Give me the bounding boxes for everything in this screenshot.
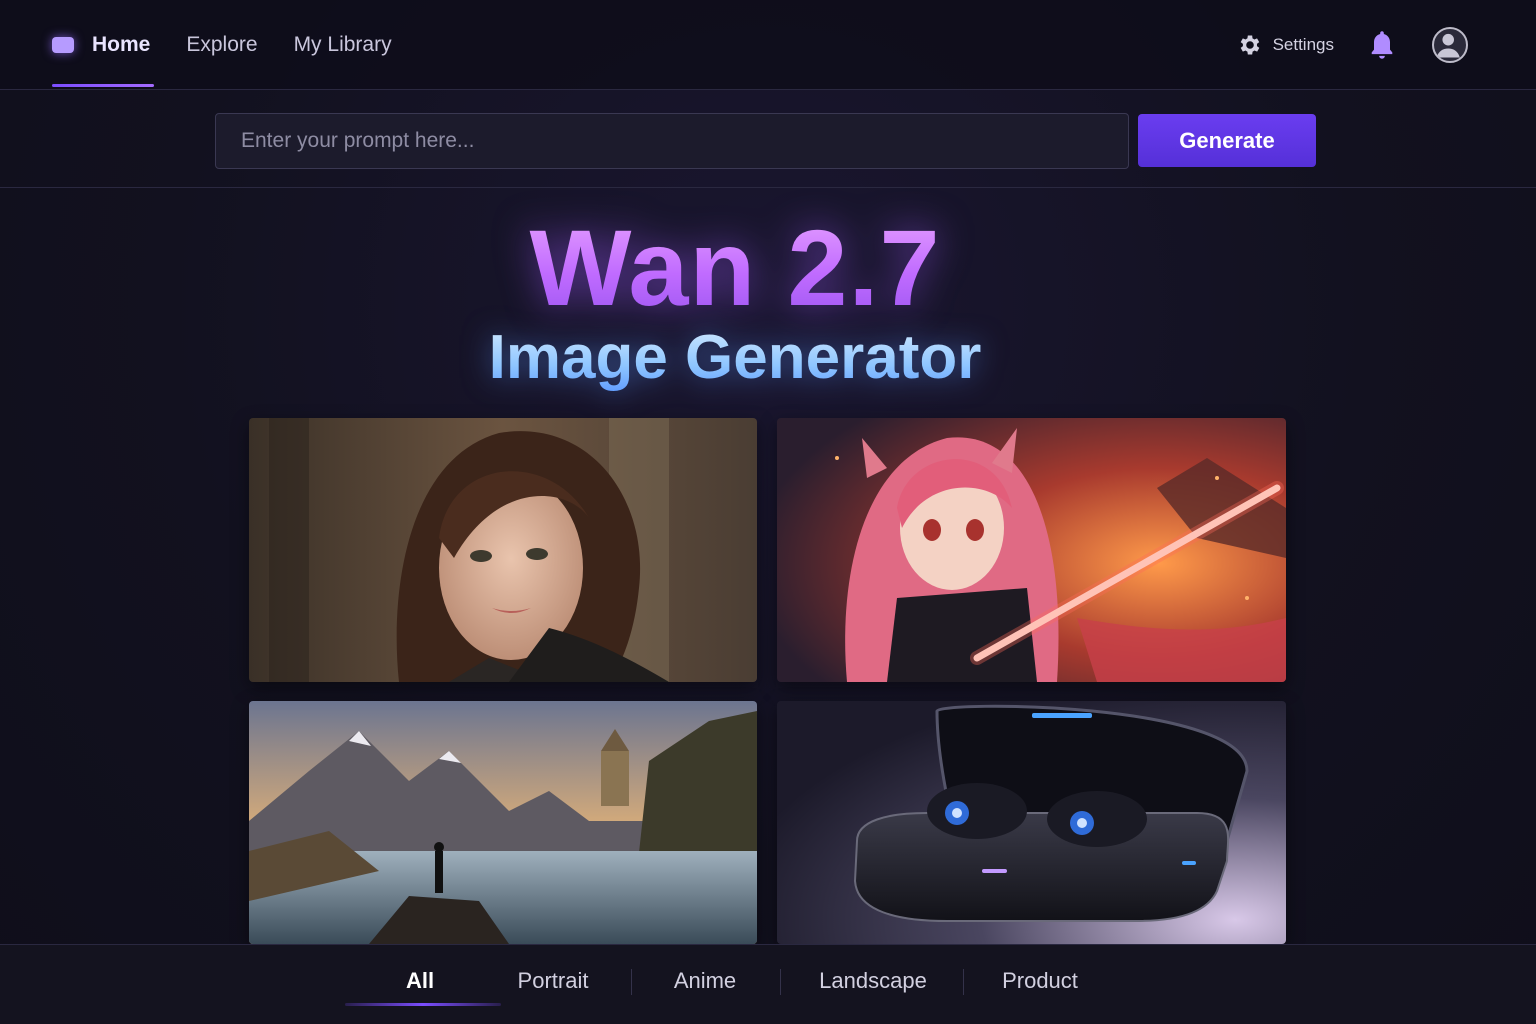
nav-actions: Settings <box>1237 0 1468 90</box>
nav-my-library-label: My Library <box>293 33 392 56</box>
gallery-card-anime[interactable] <box>777 418 1286 682</box>
product-image <box>777 701 1286 944</box>
prompt-input[interactable] <box>215 113 1129 169</box>
tab-portrait[interactable]: Portrait <box>483 945 623 1017</box>
landscape-image <box>249 701 757 944</box>
tab-product[interactable]: Product <box>975 945 1105 1017</box>
category-tabs: All Portrait Anime Landscape Product <box>0 944 1536 1024</box>
hero-subtitle: Image Generator <box>0 322 1470 394</box>
prompt-bar: Generate <box>0 90 1536 188</box>
nav-explore-label: Explore <box>186 33 258 56</box>
gear-icon <box>1240 35 1259 55</box>
tab-anime[interactable]: Anime <box>640 945 770 1017</box>
tab-divider <box>780 969 781 995</box>
nav-explore[interactable]: Explore <box>186 0 257 90</box>
active-tab-indicator <box>345 1003 501 1006</box>
portrait-image <box>249 418 757 682</box>
gallery-card-product[interactable] <box>777 701 1286 944</box>
gallery-card-landscape[interactable] <box>249 701 757 944</box>
user-avatar[interactable] <box>1432 27 1468 63</box>
settings-button[interactable]: Settings <box>1237 32 1334 58</box>
tab-divider <box>631 969 632 995</box>
tab-all[interactable]: All <box>360 945 480 1017</box>
hero-title: Wan 2.7 <box>0 208 1470 328</box>
tab-divider <box>963 969 964 995</box>
settings-label: Settings <box>1272 35 1334 54</box>
top-navigation: Home Explore My Library Settings <box>0 0 1536 90</box>
nav-my-library[interactable]: My Library <box>294 0 392 90</box>
nav-home[interactable]: Home <box>52 0 155 90</box>
nav-menu: Home Explore My Library <box>52 0 428 90</box>
generate-button[interactable]: Generate <box>1138 114 1316 167</box>
anime-image <box>777 418 1286 682</box>
user-avatar-icon <box>1436 33 1460 58</box>
nav-home-label: Home <box>92 33 151 56</box>
gallery-card-portrait[interactable] <box>249 418 757 682</box>
tab-landscape[interactable]: Landscape <box>795 945 951 1017</box>
bell-icon[interactable] <box>1368 29 1396 61</box>
home-icon <box>52 37 74 53</box>
